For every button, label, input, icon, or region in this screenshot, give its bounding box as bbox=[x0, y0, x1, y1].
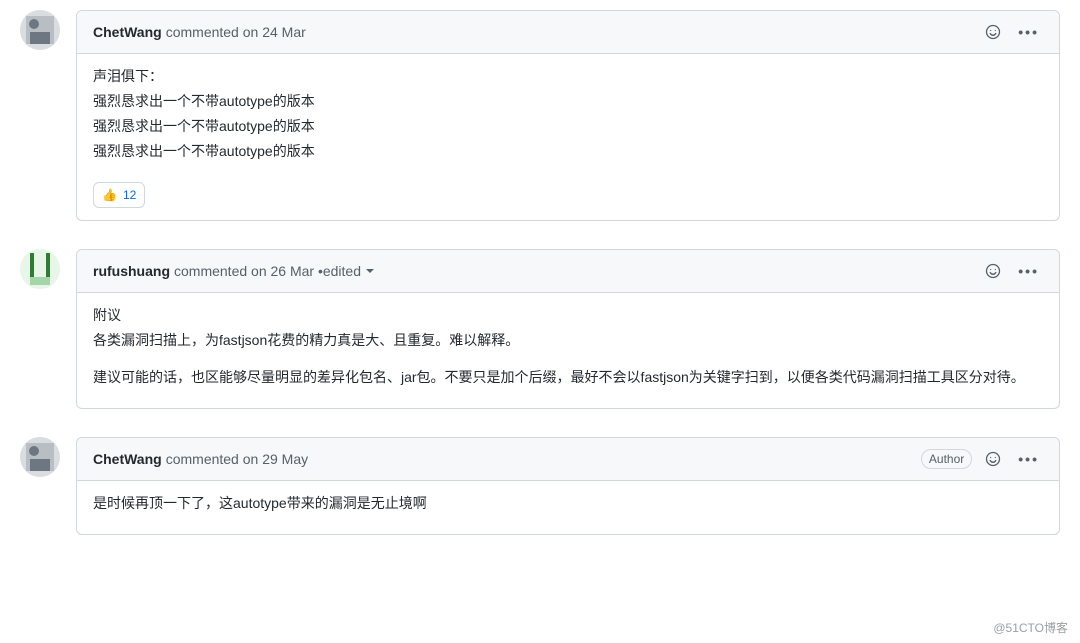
timeline-item: rufushuang commented on 26 Mar • edited … bbox=[0, 249, 1080, 409]
avatar[interactable] bbox=[20, 249, 60, 289]
comment-author[interactable]: ChetWang bbox=[93, 22, 162, 43]
emoji-icon[interactable] bbox=[980, 19, 1006, 45]
header-actions: ••• bbox=[980, 258, 1043, 284]
header-actions: ••• bbox=[980, 19, 1043, 45]
timeline-item: ChetWang commented on 24 Mar ••• 声泪俱下： 强… bbox=[0, 10, 1080, 221]
comment-body: 声泪俱下： 强烈恳求出一个不带autotype的版本 强烈恳求出一个不带auto… bbox=[77, 54, 1059, 182]
comment-header: rufushuang commented on 26 Mar • edited … bbox=[77, 250, 1059, 293]
avatar[interactable] bbox=[20, 10, 60, 50]
edited-button[interactable]: edited bbox=[323, 261, 375, 282]
body-line: 建议可能的话，也区能够尽量明显的差异化包名、jar包。不要只是加个后缀，最好不会… bbox=[93, 367, 1043, 388]
emoji-icon[interactable] bbox=[980, 446, 1006, 472]
reactions: 👍 12 bbox=[77, 182, 1059, 220]
comment-author[interactable]: ChetWang bbox=[93, 449, 162, 470]
header-actions: Author ••• bbox=[921, 446, 1043, 472]
comment-author[interactable]: rufushuang bbox=[93, 261, 170, 282]
reaction-emoji: 👍 bbox=[102, 185, 117, 205]
edited-label: edited bbox=[323, 261, 361, 282]
comment: ChetWang commented on 29 May Author ••• … bbox=[76, 437, 1060, 535]
comment: rufushuang commented on 26 Mar • edited … bbox=[76, 249, 1060, 409]
watermark: @51CTO博客 bbox=[993, 619, 1068, 637]
emoji-icon[interactable] bbox=[980, 258, 1006, 284]
body-line: 强烈恳求出一个不带autotype的版本 bbox=[93, 141, 1043, 162]
caret-down-icon bbox=[365, 266, 375, 276]
comment-meta: commented on 26 Mar • bbox=[174, 261, 323, 282]
reaction-count: 12 bbox=[123, 185, 136, 205]
kebab-icon[interactable]: ••• bbox=[1014, 449, 1043, 470]
comment: ChetWang commented on 24 Mar ••• 声泪俱下： 强… bbox=[76, 10, 1060, 221]
body-line: 附议 bbox=[93, 305, 1043, 326]
kebab-icon[interactable]: ••• bbox=[1014, 22, 1043, 43]
body-line: 声泪俱下： bbox=[93, 66, 1043, 87]
timeline-item: ChetWang commented on 29 May Author ••• … bbox=[0, 437, 1080, 535]
reaction-thumbsup[interactable]: 👍 12 bbox=[93, 182, 145, 208]
body-line: 是时候再顶一下了，这autotype带来的漏洞是无止境啊 bbox=[93, 493, 1043, 514]
page: ChetWang commented on 24 Mar ••• 声泪俱下： 强… bbox=[0, 0, 1080, 643]
comment-header: ChetWang commented on 24 Mar ••• bbox=[77, 11, 1059, 54]
comment-header: ChetWang commented on 29 May Author ••• bbox=[77, 438, 1059, 481]
comment-meta: commented on 29 May bbox=[166, 449, 308, 470]
comment-meta: commented on 24 Mar bbox=[166, 22, 306, 43]
comment-body: 是时候再顶一下了，这autotype带来的漏洞是无止境啊 bbox=[77, 481, 1059, 534]
avatar[interactable] bbox=[20, 437, 60, 477]
body-line: 强烈恳求出一个不带autotype的版本 bbox=[93, 91, 1043, 112]
author-badge: Author bbox=[921, 449, 972, 469]
body-line: 强烈恳求出一个不带autotype的版本 bbox=[93, 116, 1043, 137]
kebab-icon[interactable]: ••• bbox=[1014, 261, 1043, 282]
comment-body: 附议 各类漏洞扫描上，为fastjson花费的精力真是大、且重复。难以解释。 建… bbox=[77, 293, 1059, 408]
body-line: 各类漏洞扫描上，为fastjson花费的精力真是大、且重复。难以解释。 bbox=[93, 330, 1043, 351]
